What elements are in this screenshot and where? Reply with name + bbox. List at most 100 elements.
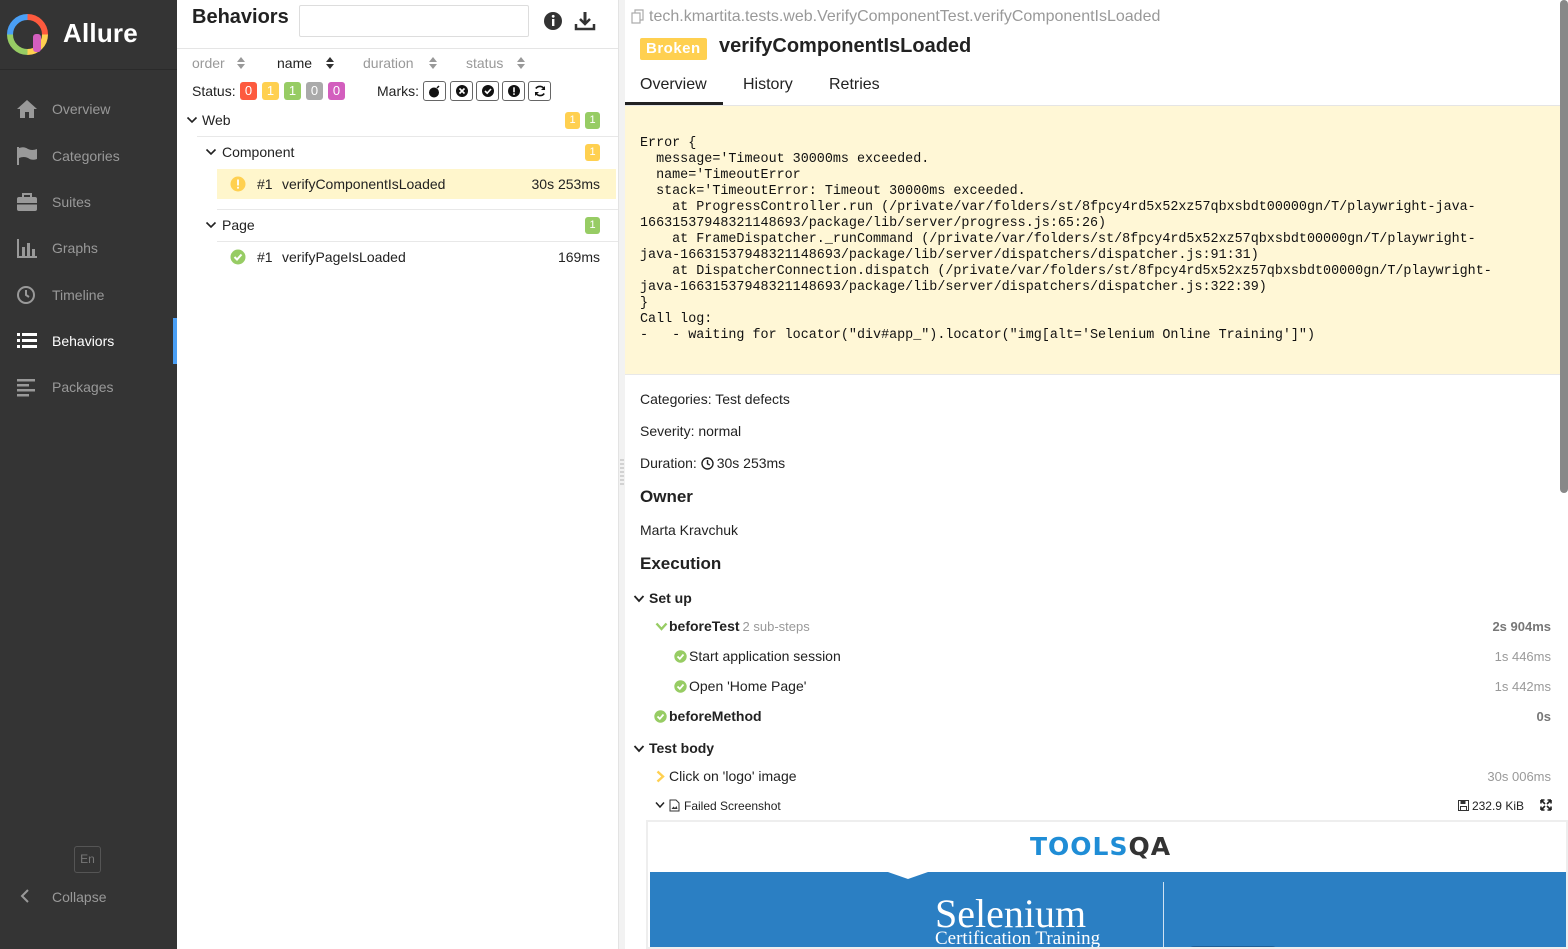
mark-retries-button[interactable] bbox=[528, 81, 551, 101]
step-name: Open 'Home Page' bbox=[689, 678, 807, 694]
clock-icon bbox=[17, 286, 35, 304]
status-filter-skipped[interactable]: 0 bbox=[306, 82, 323, 100]
tree-group-component[interactable]: Component 1 bbox=[177, 140, 618, 168]
tab-history[interactable]: History bbox=[743, 76, 793, 105]
tree-pane: Behaviors order name duration status Sta… bbox=[177, 0, 618, 949]
chevron-down-icon bbox=[186, 116, 198, 124]
test-case-row[interactable]: #1 verifyPageIsLoaded 169ms bbox=[217, 242, 616, 272]
copy-icon[interactable] bbox=[631, 9, 645, 24]
expand-icon[interactable] bbox=[1540, 799, 1552, 811]
nav-item-packages[interactable]: Packages bbox=[0, 364, 177, 410]
step-open-home-page[interactable]: Open 'Home Page' 1s 442ms bbox=[625, 677, 1565, 699]
step-before-test[interactable]: beforeTest 2 sub-steps 2s 904ms bbox=[625, 617, 1565, 639]
brand[interactable]: Allure bbox=[0, 0, 177, 70]
attachment-row[interactable]: Failed Screenshot 232.9 KiB bbox=[655, 797, 1560, 817]
step-click-logo[interactable]: Click on 'logo' image 30s 006ms bbox=[625, 767, 1565, 789]
mark-new-broken-button[interactable] bbox=[502, 81, 525, 101]
app-name: Allure bbox=[63, 18, 138, 48]
sort-icon bbox=[237, 57, 245, 69]
chevron-down-icon bbox=[205, 148, 217, 156]
drag-handle-icon[interactable] bbox=[620, 458, 624, 488]
tab-retries[interactable]: Retries bbox=[829, 76, 880, 105]
exclamation-circle-icon bbox=[508, 85, 520, 97]
sort-order[interactable]: order bbox=[192, 55, 245, 71]
step-name: Start application session bbox=[689, 648, 841, 664]
nav-item-categories[interactable]: Categories bbox=[0, 133, 177, 179]
step-duration: 1s 446ms bbox=[1494, 649, 1551, 664]
banner-notch bbox=[888, 872, 928, 879]
logo-accent: QA bbox=[1128, 832, 1172, 861]
download-icon[interactable] bbox=[574, 10, 596, 32]
search-input[interactable] bbox=[299, 5, 529, 37]
error-message-box: Error { message='Timeout 30000ms exceede… bbox=[625, 106, 1565, 374]
collapse-button[interactable]: Collapse bbox=[0, 880, 177, 914]
nav-label: Behaviors bbox=[52, 333, 115, 349]
info-icon[interactable] bbox=[542, 10, 564, 32]
chevron-down-icon bbox=[205, 221, 217, 229]
language-button[interactable]: En bbox=[74, 846, 101, 873]
nav-item-overview[interactable]: Overview bbox=[0, 86, 177, 132]
banner-subline: Certification Training bbox=[935, 928, 1101, 949]
mark-new-passed-button[interactable] bbox=[476, 81, 499, 101]
attachment-screenshot[interactable]: TOOLSQA Selenium Certification Training bbox=[646, 820, 1568, 949]
duration-value: 30s 253ms bbox=[716, 455, 786, 471]
divider bbox=[625, 374, 1565, 375]
nav-item-timeline[interactable]: Timeline bbox=[0, 272, 177, 318]
sort-duration[interactable]: duration bbox=[363, 55, 437, 71]
passed-count-badge: 1 bbox=[585, 112, 600, 129]
chevron-right-icon bbox=[656, 770, 665, 783]
tree-group-page[interactable]: Page 1 bbox=[177, 213, 618, 241]
test-case-row-selected[interactable]: #1 verifyComponentIsLoaded 30s 253ms bbox=[217, 169, 616, 199]
screenshot-logo: TOOLSQA bbox=[1030, 832, 1171, 861]
briefcase-icon bbox=[17, 193, 37, 211]
status-filter-failed[interactable]: 0 bbox=[240, 82, 257, 100]
severity-line: Severity: normal bbox=[640, 423, 742, 439]
step-duration: 1s 442ms bbox=[1494, 679, 1551, 694]
refresh-icon bbox=[534, 85, 546, 97]
broken-count-badge: 1 bbox=[565, 112, 580, 129]
test-duration: 30s 253ms bbox=[531, 176, 600, 192]
passed-count-badge: 1 bbox=[585, 217, 600, 234]
status-badge: Broken bbox=[640, 38, 707, 60]
group-name: Component bbox=[222, 144, 295, 160]
chevron-down-icon bbox=[633, 595, 645, 603]
fullname-text: tech.kmartita.tests.web.VerifyComponentT… bbox=[649, 8, 1161, 25]
align-left-icon bbox=[17, 379, 35, 397]
status-filter-label: Status: bbox=[192, 83, 236, 99]
nav-label: Categories bbox=[52, 148, 120, 164]
categories-line: Categories: Test defects bbox=[640, 391, 790, 407]
nav-item-graphs[interactable]: Graphs bbox=[0, 225, 177, 271]
broken-count-badge: 1 bbox=[585, 144, 600, 161]
marks-filter-label: Marks: bbox=[377, 83, 419, 99]
sort-name[interactable]: name bbox=[277, 55, 334, 71]
execution-heading: Execution bbox=[640, 554, 722, 573]
passed-status-icon bbox=[674, 650, 687, 663]
tab-overview[interactable]: Overview bbox=[625, 76, 723, 105]
test-title: verifyComponentIsLoaded bbox=[719, 35, 972, 57]
bomb-icon bbox=[429, 85, 440, 98]
status-filter-passed[interactable]: 1 bbox=[284, 82, 301, 100]
nav-item-suites[interactable]: Suites bbox=[0, 179, 177, 225]
status-filter-unknown[interactable]: 0 bbox=[328, 82, 345, 100]
mark-new-failed-button[interactable] bbox=[450, 81, 473, 101]
attachment-size: 232.9 KiB bbox=[1457, 799, 1524, 813]
step-before-method[interactable]: beforeMethod 0s bbox=[625, 707, 1565, 729]
sort-icon bbox=[326, 57, 334, 69]
tree-group-web[interactable]: Web 1 1 bbox=[177, 108, 618, 136]
divider bbox=[197, 136, 618, 137]
flag-icon bbox=[17, 147, 37, 165]
step-start-session[interactable]: Start application session 1s 446ms bbox=[625, 647, 1565, 669]
step-name: beforeTest bbox=[669, 618, 740, 634]
mark-flaky-button[interactable] bbox=[423, 81, 446, 101]
group-name: Web bbox=[202, 112, 231, 128]
status-filter-broken[interactable]: 1 bbox=[262, 82, 279, 100]
step-duration: 0s bbox=[1536, 709, 1551, 724]
detail-scrollbar[interactable] bbox=[1560, 0, 1568, 493]
sort-status[interactable]: status bbox=[466, 55, 525, 71]
page-title: Behaviors bbox=[192, 6, 289, 28]
owner-value: Marta Kravchuk bbox=[640, 522, 739, 538]
image-file-icon bbox=[669, 799, 680, 812]
chevron-down-icon bbox=[655, 802, 665, 809]
owner-heading: Owner bbox=[640, 487, 693, 506]
nav-item-behaviors[interactable]: Behaviors bbox=[0, 318, 177, 364]
